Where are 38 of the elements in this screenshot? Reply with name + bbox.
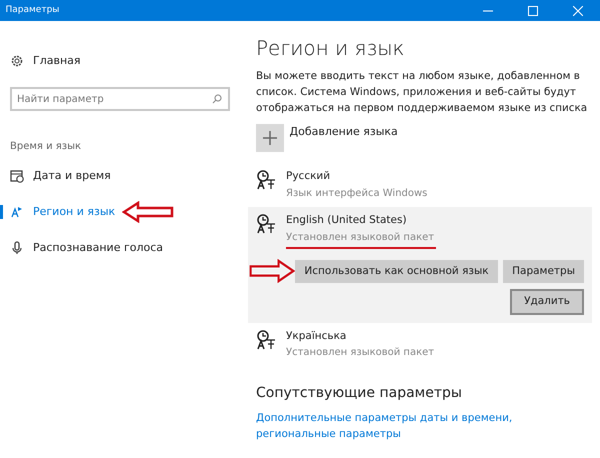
language-item[interactable]: English (United States) Установлен языковой пакет Использовать как основной язык Параметры Удалить <box>248 207 592 322</box>
section-heading: Время и язык <box>10 140 82 154</box>
language-status: Установлен языковой пакет <box>286 231 434 245</box>
language-item[interactable]: Русский Язык интерфейса Windows <box>248 163 592 208</box>
language-name: Українська <box>286 328 348 344</box>
action-button[interactable]: Параметры <box>503 260 584 284</box>
language-item[interactable]: Українська Установлен языковой пакет <box>248 322 592 367</box>
description-text: Вы можете вводить текст на любом языке, добавленном в список. Система Windows, приложения и веб-сайты будут отображаться на первом поддерживаемом языке из списка <box>256 69 588 116</box>
section-heading: Сопутствующие параметры <box>256 384 463 403</box>
settings-link[interactable]: Дополнительные параметры даты и времени, региональные параметры <box>256 410 592 442</box>
home-link[interactable]: Главная <box>33 52 81 70</box>
language-status: Установлен языковой пакет <box>286 346 434 360</box>
add-language-button[interactable] <box>256 124 284 152</box>
search-field[interactable]: Найти параметр <box>10 87 230 111</box>
annotation-arrow <box>249 258 296 282</box>
nav-item[interactable]: Распознавание голоса <box>33 240 164 256</box>
language-name: English (United States) <box>286 213 408 228</box>
annotation-arrow <box>122 201 174 223</box>
language-icon <box>256 213 276 236</box>
add-language-label: Добавление языка <box>290 124 398 140</box>
calendar-icon <box>10 169 24 183</box>
letter-flag-icon <box>10 205 24 219</box>
language-icon <box>256 328 276 350</box>
remove-button[interactable]: Удалить <box>510 288 584 314</box>
gear-icon <box>10 54 24 68</box>
maximize-icon[interactable] <box>528 6 538 16</box>
nav-item[interactable]: Дата и время <box>33 168 111 184</box>
close-icon[interactable] <box>572 6 582 16</box>
search-icon <box>212 94 222 104</box>
window-title: Параметры <box>6 4 60 17</box>
page-title: Регион и язык <box>256 35 406 62</box>
microphone-icon <box>10 241 24 255</box>
nav-item[interactable]: Регион и язык <box>33 204 116 220</box>
action-button[interactable]: Использовать как основной язык <box>295 260 498 284</box>
language-status: Язык интерфейса Windows <box>286 186 428 201</box>
language-icon <box>256 169 276 191</box>
plus-icon <box>263 131 277 145</box>
language-name: Русский <box>286 169 332 184</box>
